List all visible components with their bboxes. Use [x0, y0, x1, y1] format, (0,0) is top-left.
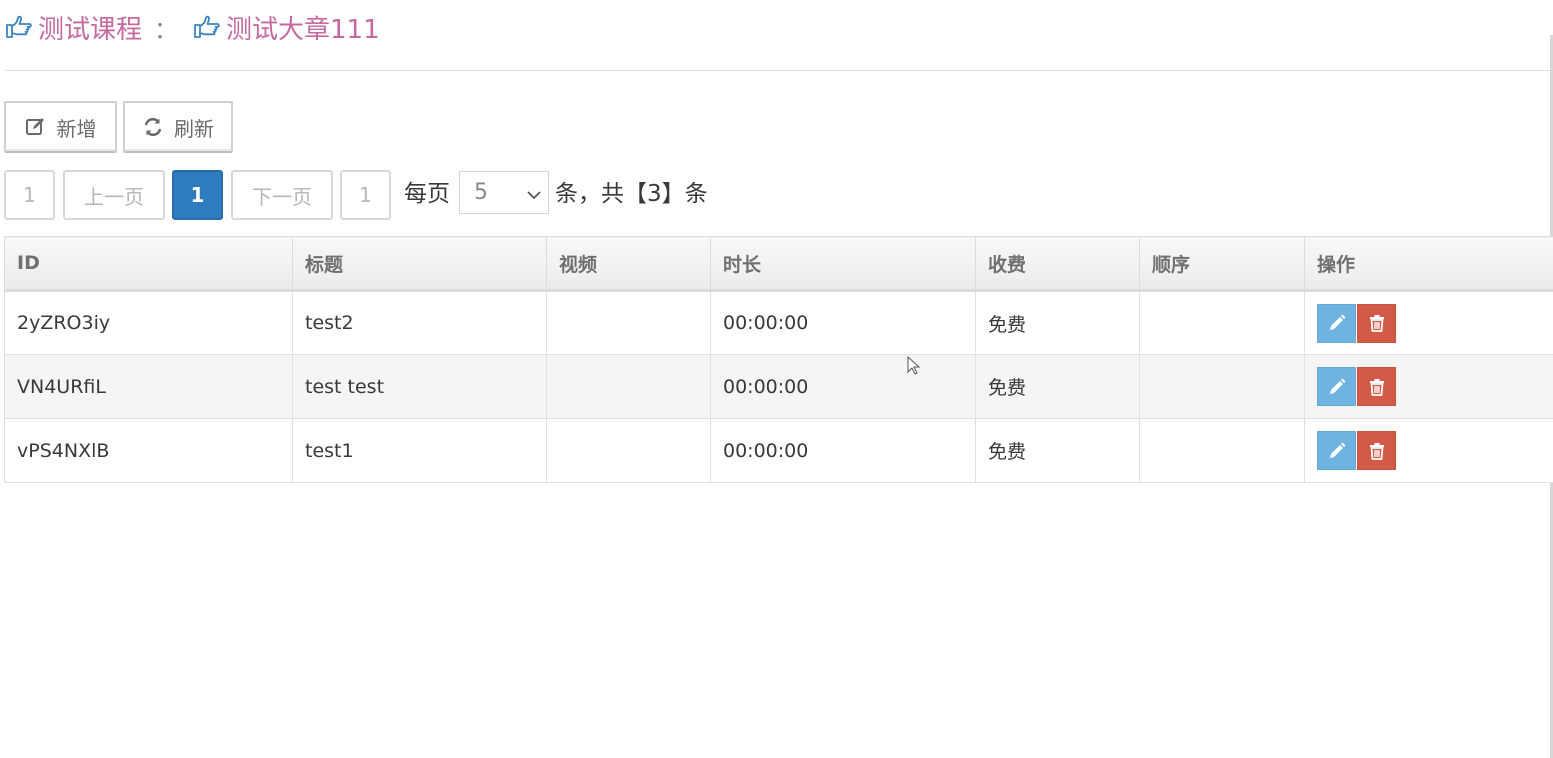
cell-title: test test [292, 354, 547, 419]
row-actions [1317, 303, 1542, 343]
column-header-order[interactable]: 顺序 [1139, 236, 1305, 292]
breadcrumb-chapter[interactable]: 测试大章111 [192, 9, 380, 46]
add-button[interactable]: 新增 [4, 101, 117, 153]
cell-actions [1304, 418, 1553, 483]
cell-order [1139, 290, 1305, 355]
cell-charge: 免费 [975, 354, 1140, 419]
column-header-id[interactable]: ID [4, 236, 293, 292]
table-row: 2yZRO3iy test2 00:00:00 免费 [4, 290, 1553, 355]
column-header-title[interactable]: 标题 [292, 236, 547, 292]
table-row: VN4URfiL test test 00:00:00 免费 [4, 354, 1553, 419]
edit-icon [25, 116, 47, 138]
column-header-duration[interactable]: 时长 [710, 236, 976, 292]
cell-order [1139, 418, 1305, 483]
per-page-value: 5 [474, 180, 488, 205]
mouse-cursor-icon [907, 356, 921, 375]
pagination-last[interactable]: 1 [340, 170, 391, 220]
pencil-icon [1329, 314, 1345, 330]
column-header-video[interactable]: 视频 [546, 236, 711, 292]
header-divider [4, 70, 1553, 71]
cell-duration: 00:00:00 [710, 290, 976, 355]
add-button-label: 新增 [56, 116, 97, 141]
breadcrumb: 测试课程 ： 测试大章111 [4, 8, 380, 46]
breadcrumb-course-label: 测试课程 [38, 14, 143, 45]
cell-actions [1304, 354, 1553, 419]
cell-duration: 00:00:00 [710, 418, 976, 483]
total-count-label: 条，共【3】条 [555, 181, 708, 207]
refresh-button[interactable]: 刷新 [123, 101, 233, 153]
pagination-prev[interactable]: 上一页 [63, 170, 165, 220]
hand-point-right-icon [4, 12, 34, 42]
delete-button[interactable] [1357, 303, 1396, 343]
pencil-icon [1329, 378, 1345, 394]
cell-video [546, 418, 711, 483]
cell-charge: 免费 [975, 290, 1140, 355]
breadcrumb-separator: ： [154, 15, 179, 44]
delete-button[interactable] [1357, 431, 1396, 470]
cell-actions [1304, 290, 1553, 355]
edit-button[interactable] [1317, 367, 1356, 406]
per-page-select[interactable]: 5 [459, 171, 549, 214]
trash-icon [1369, 378, 1384, 396]
column-header-charge[interactable]: 收费 [975, 236, 1140, 292]
chevron-down-icon [526, 184, 542, 200]
page: 测试课程 ： 测试大章111 新增 刷新 1 上一页 1 下一页 1 每页 5 … [0, 0, 1553, 758]
table-row: vPS4NXlB test1 00:00:00 免费 [4, 418, 1553, 483]
cell-video [546, 290, 711, 355]
per-page-label: 每页 [404, 181, 450, 207]
cell-id: 2yZRO3iy [4, 290, 293, 355]
trash-icon [1369, 442, 1384, 460]
trash-icon [1369, 315, 1384, 332]
breadcrumb-course[interactable]: 测试课程 [4, 9, 142, 46]
table-header-row: ID 标题 视频 时长 收费 顺序 操作 [4, 236, 1553, 292]
section-table: ID 标题 视频 时长 收费 顺序 操作 2yZRO3iy test2 00:0… [4, 236, 1553, 483]
cell-title: test2 [292, 290, 547, 355]
edit-button[interactable] [1317, 303, 1356, 343]
cell-order [1139, 354, 1305, 419]
cell-duration: 00:00:00 [710, 354, 976, 419]
cell-id: vPS4NXlB [4, 418, 293, 483]
pencil-icon [1329, 442, 1345, 458]
pagination-next[interactable]: 下一页 [231, 170, 333, 220]
pagination-current-page[interactable]: 1 [172, 170, 223, 220]
refresh-icon [142, 116, 164, 138]
refresh-button-label: 刷新 [174, 116, 214, 141]
cell-title: test1 [292, 418, 547, 483]
column-header-actions: 操作 [1304, 236, 1553, 292]
row-actions [1317, 431, 1542, 470]
edit-button[interactable] [1317, 431, 1356, 470]
pagination-first[interactable]: 1 [4, 170, 55, 220]
row-actions [1317, 367, 1542, 406]
cell-video [546, 354, 711, 419]
cell-id: VN4URfiL [4, 354, 293, 419]
hand-point-right-icon [192, 12, 222, 42]
breadcrumb-chapter-label: 测试大章111 [226, 14, 380, 45]
delete-button[interactable] [1357, 367, 1396, 406]
cell-charge: 免费 [975, 418, 1140, 483]
